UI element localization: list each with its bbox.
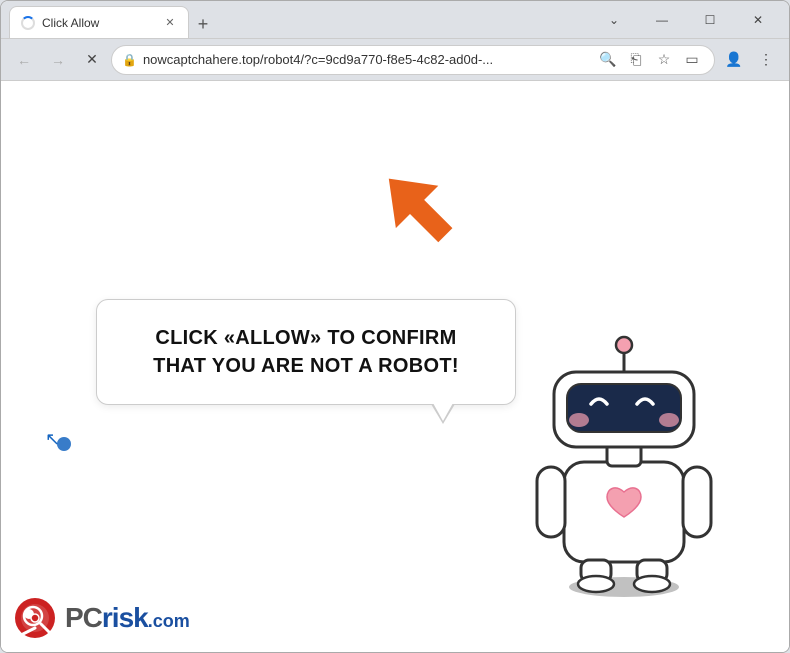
navigation-bar: ← → ✕ 🔒 nowcaptchahere.top/robot4/?c=9cd… (1, 39, 789, 81)
profile-button[interactable]: 👤 (719, 45, 749, 75)
search-icon[interactable]: 🔍 (596, 48, 620, 72)
page-content: CLICK «ALLOW» TO CONFIRM THAT YOU ARE NO… (1, 81, 789, 652)
reload-button[interactable]: ✕ (77, 45, 107, 75)
chevron-down-button[interactable]: ⌄ (591, 6, 637, 34)
address-icons: 🔍 ⎗ ☆ ▭ (596, 48, 704, 72)
brand-risk: risk (102, 602, 148, 634)
sidebar-icon[interactable]: ▭ (680, 48, 704, 72)
new-tab-button[interactable]: + (189, 10, 217, 38)
robot-illustration (519, 332, 729, 602)
pcrisk-watermark: PC risk .com (1, 584, 221, 652)
back-button[interactable]: ← (9, 45, 39, 75)
lock-icon: 🔒 (122, 53, 137, 67)
nav-right-controls: 👤 ⋮ (719, 45, 781, 75)
minimize-button[interactable]: — (639, 6, 685, 34)
share-icon[interactable]: ⎗ (624, 48, 648, 72)
close-button[interactable]: ✕ (735, 6, 781, 34)
brand-domain: .com (148, 611, 190, 632)
title-bar: Click Allow ✕ + ⌄ — ☐ ✕ (1, 1, 789, 39)
arrow-indicator (365, 169, 455, 259)
pcrisk-logo-icon (13, 596, 57, 640)
tab-title: Click Allow (42, 16, 156, 30)
url-text: nowcaptchahere.top/robot4/?c=9cd9a770-f8… (143, 52, 590, 67)
pcrisk-brand: PC risk .com (65, 602, 190, 634)
forward-button[interactable]: → (43, 45, 73, 75)
speech-bubble: CLICK «ALLOW» TO CONFIRM THAT YOU ARE NO… (96, 299, 516, 405)
cursor-icon: ↖ (45, 429, 60, 450)
address-bar[interactable]: 🔒 nowcaptchahere.top/robot4/?c=9cd9a770-… (111, 45, 715, 75)
browser-window: Click Allow ✕ + ⌄ — ☐ ✕ ← → ✕ 🔒 nowcaptc… (0, 0, 790, 653)
tab-favicon (20, 15, 36, 31)
maximize-button[interactable]: ☐ (687, 6, 733, 34)
menu-button[interactable]: ⋮ (751, 45, 781, 75)
loading-spinner (21, 16, 35, 30)
tab-area: Click Allow ✕ + (9, 1, 587, 38)
bookmark-icon[interactable]: ☆ (652, 48, 676, 72)
window-controls: ⌄ — ☐ ✕ (591, 6, 781, 34)
active-tab[interactable]: Click Allow ✕ (9, 6, 189, 38)
brand-pc: PC (65, 602, 102, 634)
tab-close-button[interactable]: ✕ (162, 15, 178, 31)
bubble-text: CLICK «ALLOW» TO CONFIRM THAT YOU ARE NO… (153, 327, 459, 377)
